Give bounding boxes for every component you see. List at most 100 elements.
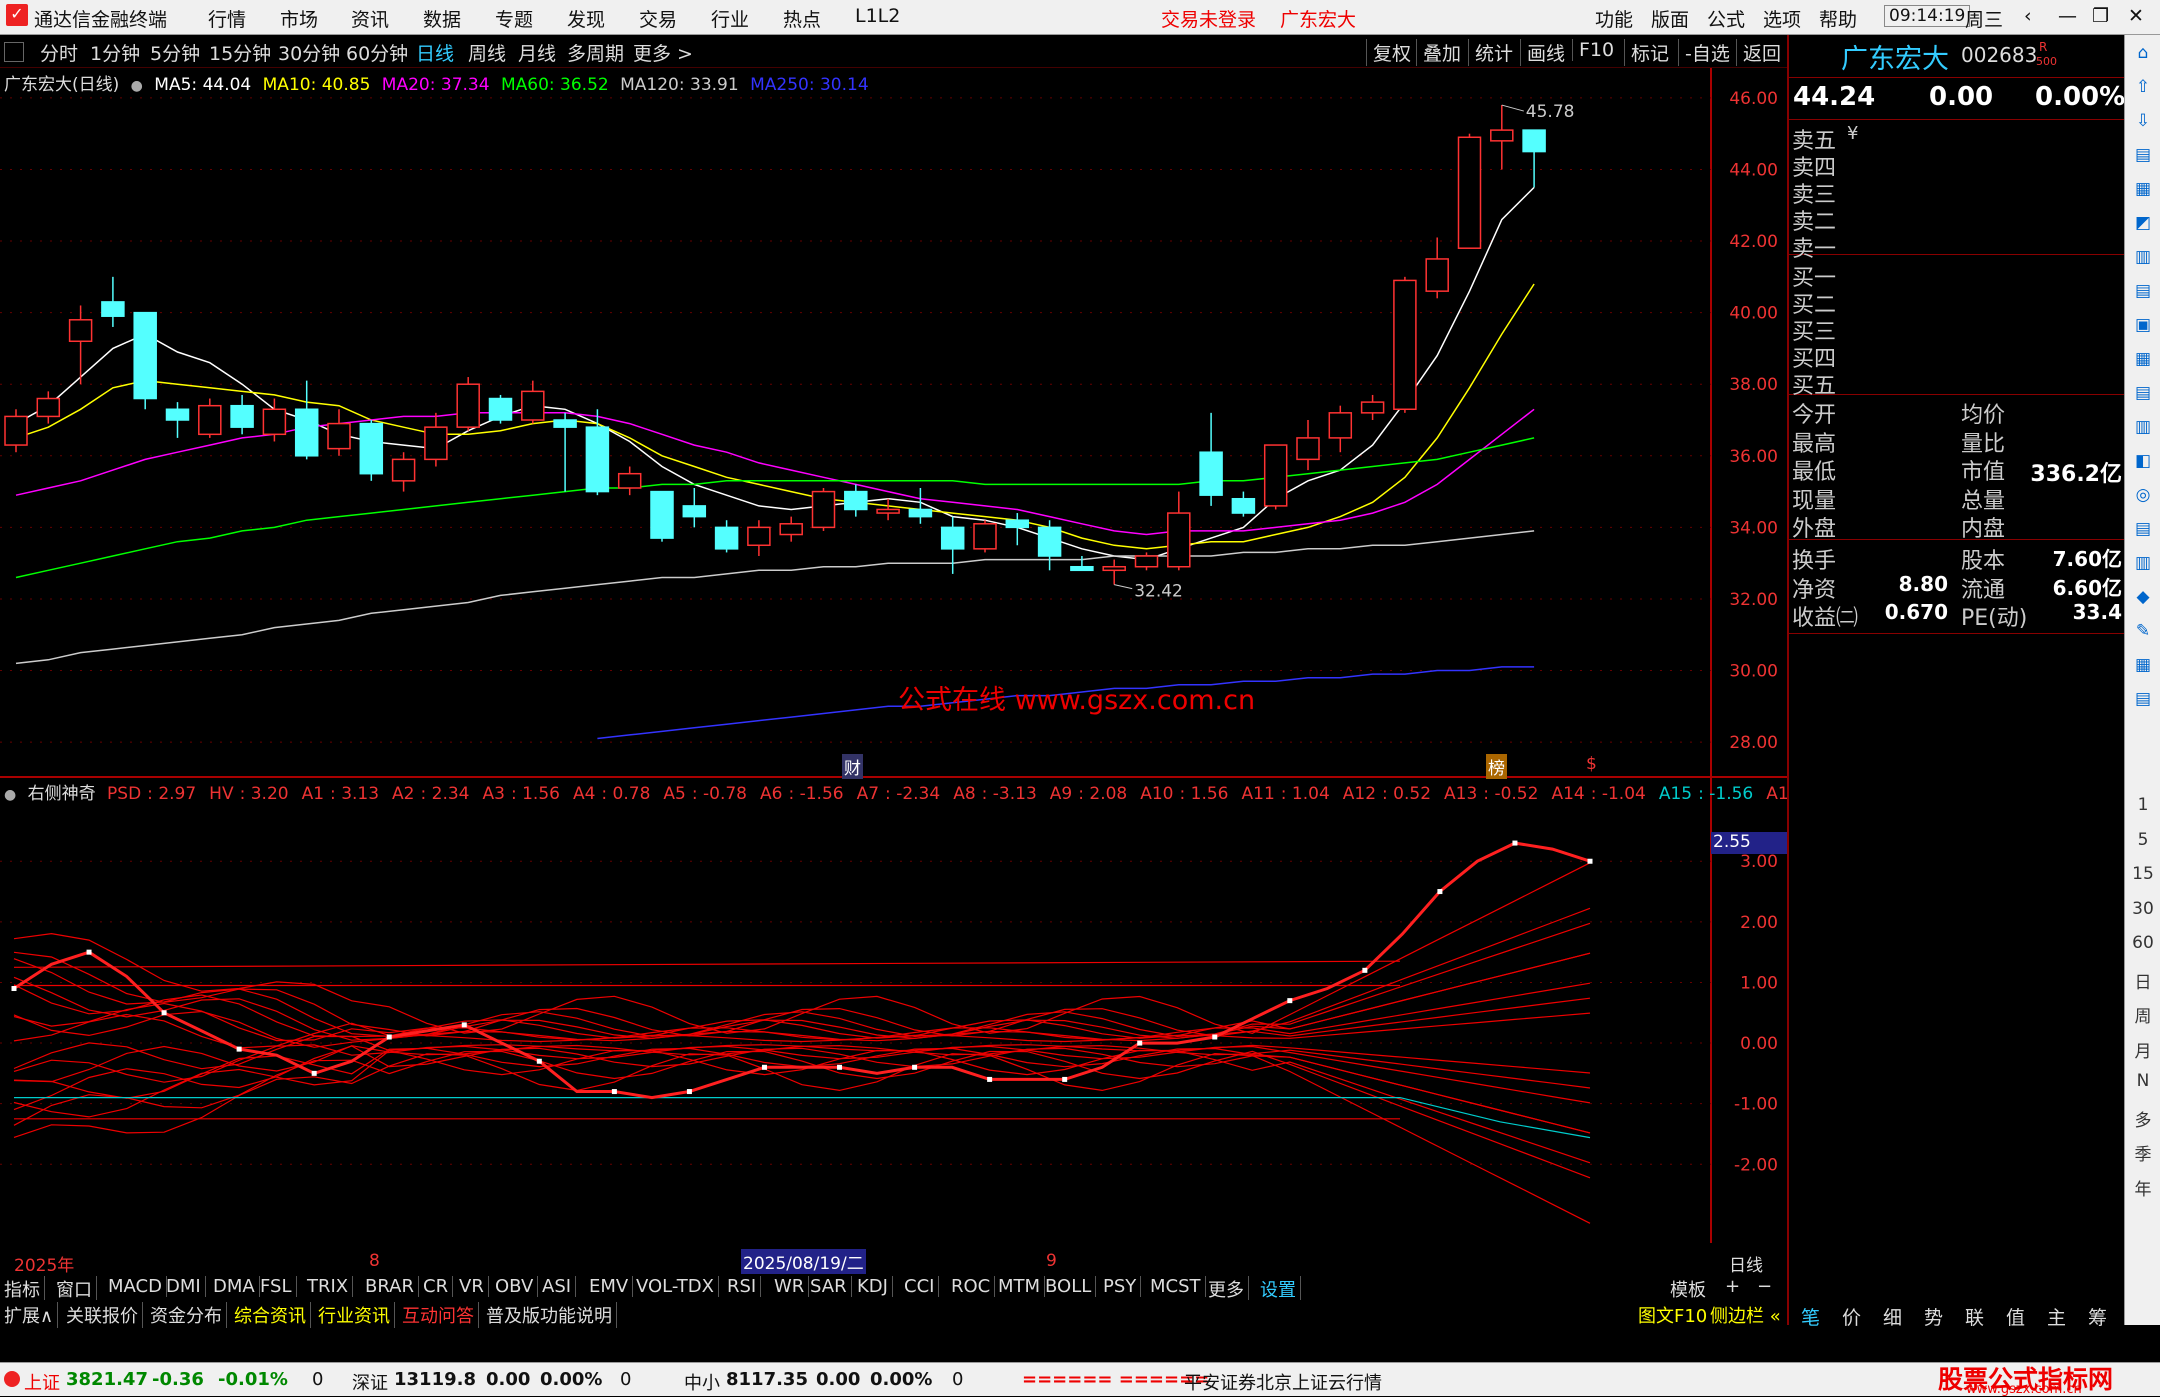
f10-icon[interactable]: ▣ xyxy=(2125,315,2160,335)
indicator-tab-14[interactable]: RSI xyxy=(727,1276,762,1297)
sidebar-toggle[interactable]: 侧边栏 « xyxy=(1710,1302,1781,1328)
candle[interactable] xyxy=(327,409,351,456)
candle[interactable] xyxy=(456,377,480,431)
broker-name[interactable]: 平安证券北京上证云行情 xyxy=(1184,1369,1382,1395)
indicator-tab-19[interactable]: ROC xyxy=(951,1276,996,1297)
tool-diejia[interactable]: 叠加 xyxy=(1416,39,1461,66)
back-icon[interactable]: ‹ xyxy=(2024,5,2032,27)
calendar-icon[interactable]: ▤ xyxy=(2125,383,2160,403)
candle[interactable] xyxy=(133,311,157,410)
menu-l1l2[interactable]: L1L2 xyxy=(855,5,900,27)
period-30min[interactable]: 30分钟 xyxy=(278,39,340,66)
side-period-9[interactable]: 多 xyxy=(2125,1106,2160,1131)
indicator-tab-13[interactable]: VOL-TDX xyxy=(636,1276,719,1297)
template-button[interactable]: 模板 xyxy=(1670,1276,1706,1302)
chart-icon[interactable]: ◩ xyxy=(2125,213,2160,233)
candle[interactable] xyxy=(4,409,28,453)
indicator-tab-21[interactable]: BOLL xyxy=(1045,1276,1097,1297)
menu-hangye[interactable]: 行业 xyxy=(711,5,749,32)
marker-bang[interactable]: 榜 xyxy=(1486,754,1507,779)
side-period-2[interactable]: 15 xyxy=(2125,864,2160,884)
period-weekly[interactable]: 周线 xyxy=(468,39,506,66)
tool-tongji[interactable]: 统计 xyxy=(1468,39,1513,66)
candle[interactable] xyxy=(682,488,707,528)
tool-zixuan[interactable]: -自选 xyxy=(1678,39,1730,66)
kline-chart[interactable]: 28.00 30.00 32.00 34.00 36.00 38.00 40.00 42.00… xyxy=(0,68,1787,1243)
menu-gongneng[interactable]: 功能 xyxy=(1595,5,1633,32)
menu-jiaoyi[interactable]: 交易 xyxy=(639,5,677,32)
f10-button[interactable]: 图文F10 xyxy=(1638,1302,1707,1328)
candle[interactable] xyxy=(747,520,771,556)
candle[interactable] xyxy=(101,276,125,327)
indicator-tab-24[interactable]: 更多 xyxy=(1208,1276,1249,1302)
sz-index-name[interactable]: 深证 xyxy=(352,1369,388,1395)
tool-fuquan[interactable]: 复权 xyxy=(1366,39,1411,66)
quote-tab-0[interactable]: 笔 xyxy=(1801,1303,1820,1330)
menu-gongshi[interactable]: 公式 xyxy=(1707,5,1745,32)
circle-icon[interactable]: ◎ xyxy=(2125,485,2160,505)
candle[interactable] xyxy=(1102,559,1126,585)
menu-faxian[interactable]: 发现 xyxy=(567,5,605,32)
candle[interactable] xyxy=(1134,552,1159,571)
marker-cai[interactable]: 财 xyxy=(842,754,863,779)
indicator-tab-23[interactable]: MCST xyxy=(1150,1276,1206,1297)
menu-shichang[interactable]: 市场 xyxy=(280,5,318,32)
remove-indicator-button[interactable]: − xyxy=(1757,1276,1772,1297)
period-more[interactable]: 更多 > xyxy=(633,39,693,66)
refresh-icon[interactable]: ▤ xyxy=(2125,689,2160,709)
menu-zixun[interactable]: 资讯 xyxy=(351,5,389,32)
period-5min[interactable]: 5分钟 xyxy=(150,39,200,66)
quote-tab-4[interactable]: 联 xyxy=(1965,1303,1984,1330)
indicator-tab-12[interactable]: EMV xyxy=(589,1276,634,1297)
rsi-icon[interactable]: ▤ xyxy=(2125,519,2160,539)
ext-tab-5[interactable]: 互动问答 xyxy=(402,1302,479,1328)
menu-hangqing[interactable]: 行情 xyxy=(208,5,246,32)
quote-tab-3[interactable]: 势 xyxy=(1924,1303,1943,1330)
side-period-8[interactable]: N xyxy=(2125,1071,2160,1091)
period-15min[interactable]: 15分钟 xyxy=(209,39,271,66)
indicator-tab-20[interactable]: MTM xyxy=(998,1276,1046,1297)
candle[interactable] xyxy=(488,394,513,424)
indicator-tab-16[interactable]: SAR xyxy=(810,1276,852,1297)
zx-index-name[interactable]: 中小 xyxy=(684,1369,720,1395)
candle[interactable] xyxy=(294,380,319,460)
indicator-tab-1[interactable]: 窗口 xyxy=(56,1276,97,1302)
list-icon[interactable]: ▤ xyxy=(2125,145,2160,165)
up-icon[interactable]: ⇧ xyxy=(2125,77,2160,97)
candle[interactable] xyxy=(553,412,577,492)
side-period-11[interactable]: 年 xyxy=(2125,1175,2160,1200)
candle[interactable] xyxy=(650,490,674,542)
quote-tab-5[interactable]: 值 xyxy=(2006,1303,2025,1330)
candle[interactable] xyxy=(36,391,61,424)
candle[interactable] xyxy=(68,305,93,385)
menu-banmian[interactable]: 版面 xyxy=(1651,5,1689,32)
ext-tab-4[interactable]: 行业资讯 xyxy=(318,1302,395,1328)
restore-icon[interactable]: ❐ xyxy=(2092,5,2109,27)
kline-icon[interactable]: ▥ xyxy=(2125,247,2160,267)
candle[interactable] xyxy=(1296,420,1320,471)
candle[interactable] xyxy=(521,380,545,424)
yen-icon[interactable]: ¥ xyxy=(1847,123,1858,144)
close-icon[interactable]: ✕ xyxy=(2128,5,2144,27)
candle[interactable] xyxy=(424,412,448,467)
candle[interactable] xyxy=(1199,412,1223,506)
ext-tab-3[interactable]: 综合资讯 xyxy=(234,1302,311,1328)
side-period-3[interactable]: 30 xyxy=(2125,899,2160,919)
indicator-tab-9[interactable]: VR xyxy=(459,1276,489,1297)
candle[interactable] xyxy=(391,452,416,492)
data-icon[interactable]: ▥ xyxy=(2125,553,2160,573)
menu-bangzhu[interactable]: 帮助 xyxy=(1819,5,1857,32)
indicator-tab-25[interactable]: 设置 xyxy=(1260,1276,1301,1302)
candle[interactable] xyxy=(811,488,836,531)
candle[interactable] xyxy=(1231,491,1256,517)
minimize-icon[interactable]: — xyxy=(2058,5,2077,27)
login-status[interactable]: 交易未登录 xyxy=(1161,5,1256,32)
period-1min[interactable]: 1分钟 xyxy=(90,39,140,66)
quote-tab-6[interactable]: 主 xyxy=(2047,1303,2066,1330)
menu-xuanxiang[interactable]: 选项 xyxy=(1763,5,1801,32)
candle[interactable] xyxy=(1393,276,1417,413)
candle[interactable] xyxy=(230,394,254,435)
candle[interactable] xyxy=(940,516,965,574)
candle[interactable] xyxy=(1360,394,1385,420)
candle[interactable] xyxy=(1167,491,1191,571)
